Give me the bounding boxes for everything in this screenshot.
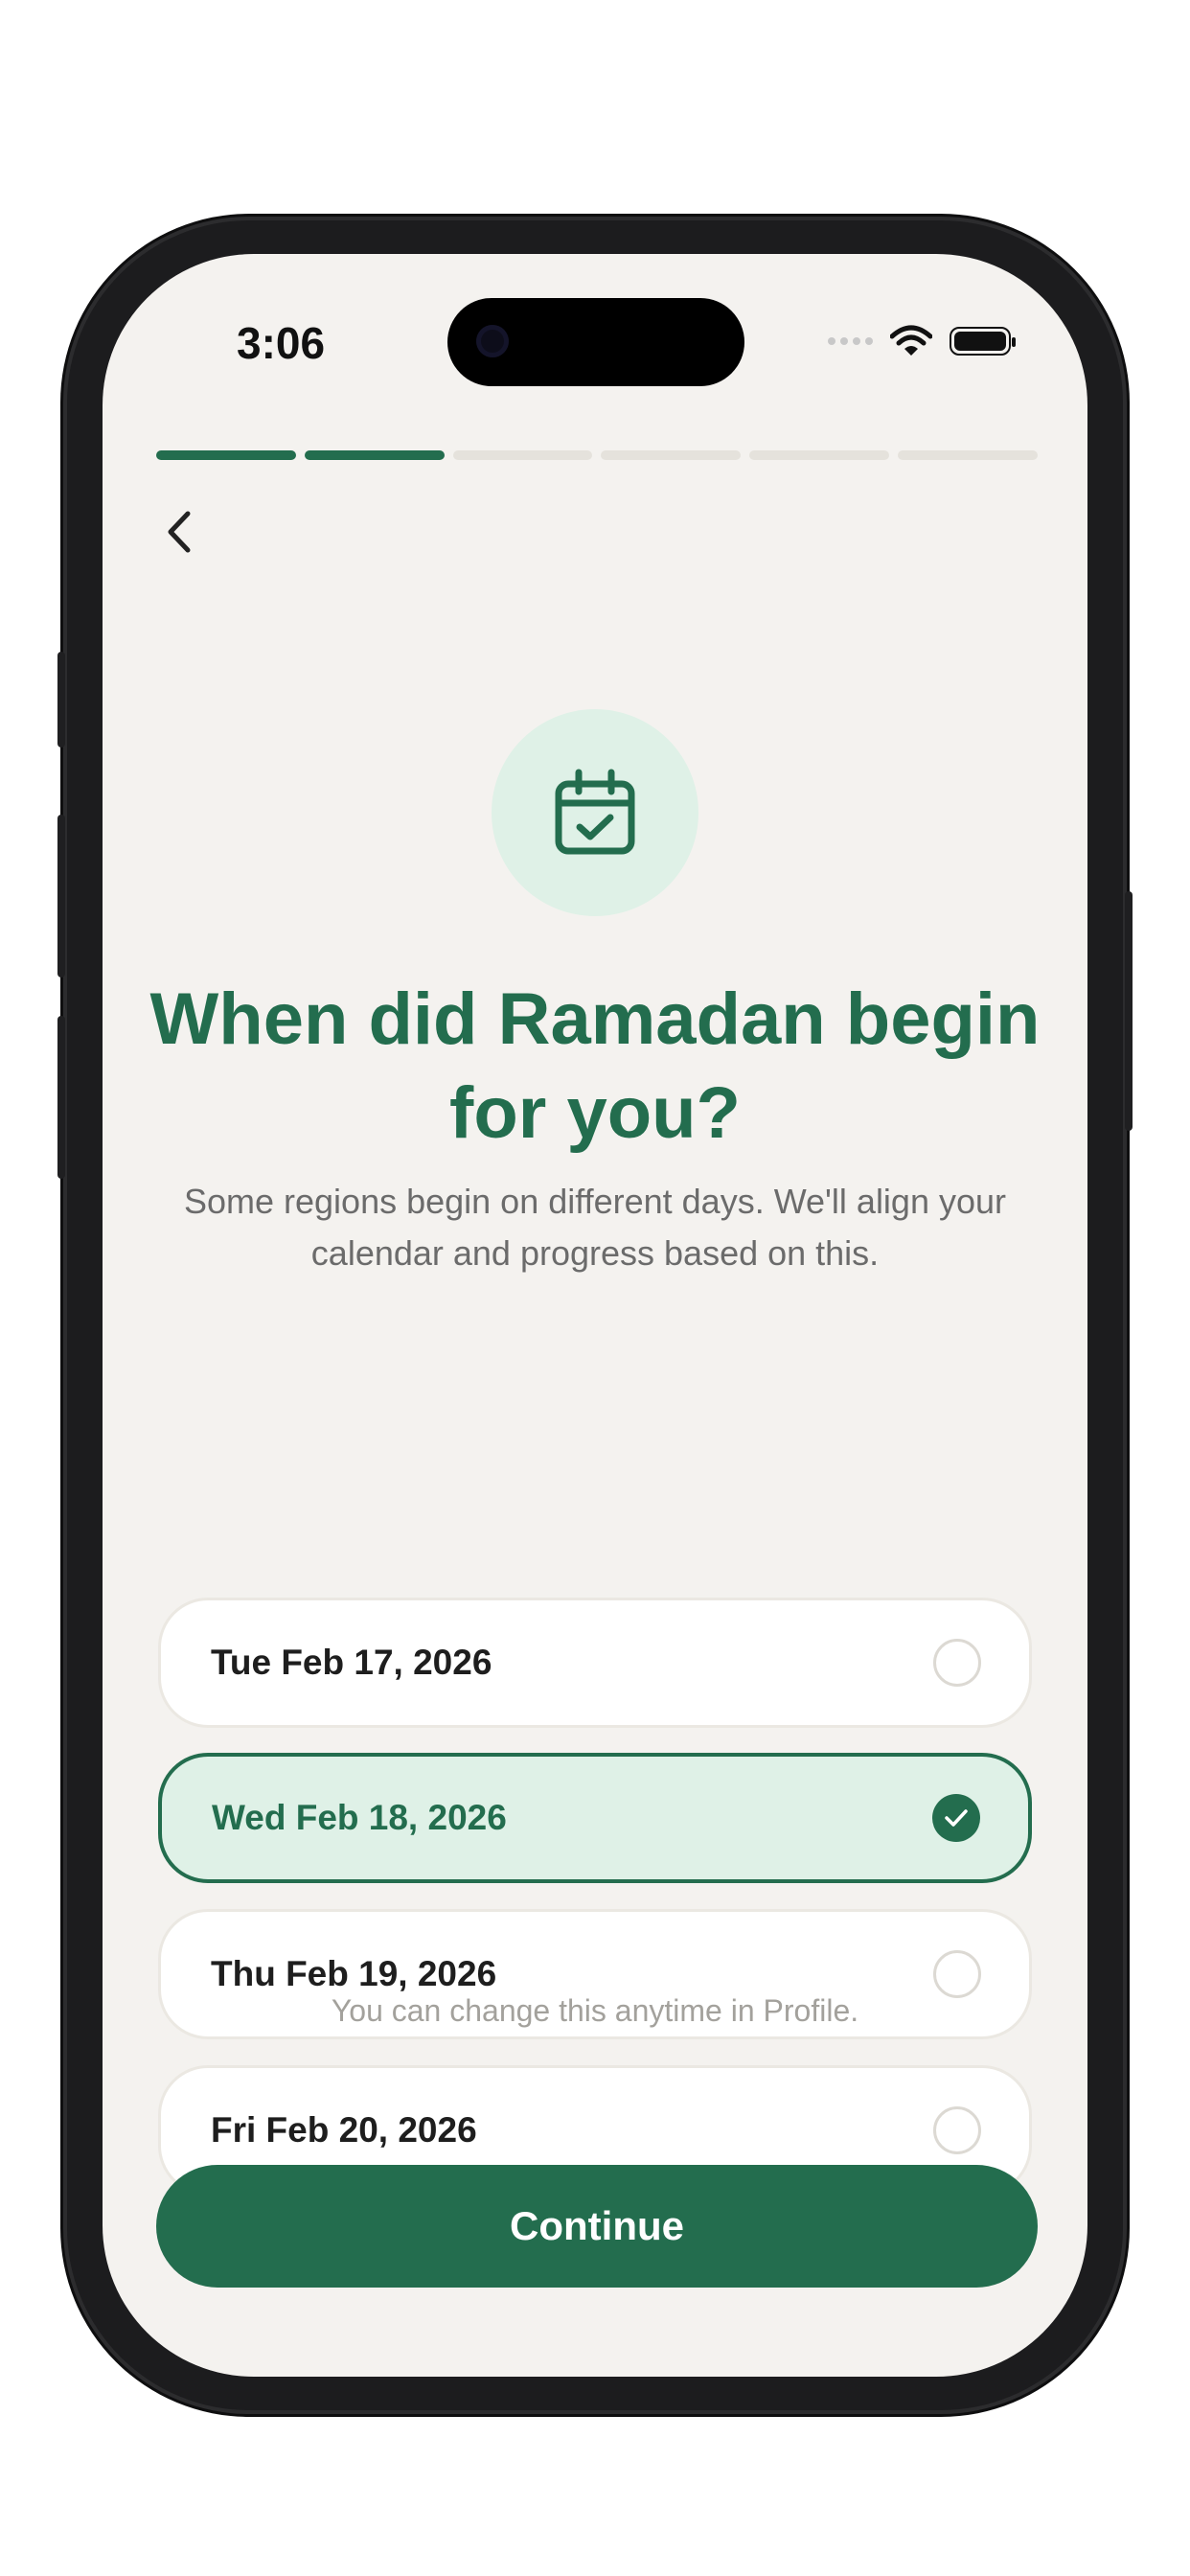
calendar-check-icon	[555, 769, 635, 855]
radio-unchecked-icon	[933, 1639, 981, 1687]
onboarding-progress	[156, 450, 1038, 460]
radio-checked-icon	[932, 1794, 980, 1842]
date-option-label: Thu Feb 19, 2026	[211, 1954, 497, 1993]
action-button	[57, 652, 65, 748]
date-option[interactable]: Tue Feb 17, 2026	[158, 1598, 1032, 1728]
calendar-icon-badge	[492, 709, 698, 916]
progress-step-complete	[156, 450, 296, 460]
progress-step	[898, 450, 1038, 460]
page-subtitle: Some regions begin on different days. We…	[183, 1182, 1007, 1273]
wifi-icon	[890, 325, 932, 356]
dynamic-island	[447, 298, 744, 386]
progress-step-complete	[304, 450, 445, 460]
radio-unchecked-icon	[933, 1950, 981, 1998]
power-button	[1125, 891, 1133, 1131]
progress-step	[749, 450, 890, 460]
battery-icon	[950, 327, 1016, 356]
chevron-left-icon	[168, 511, 191, 553]
profile-footnote: You can change this anytime in Profile.	[331, 1993, 859, 2028]
progress-step	[452, 450, 593, 460]
cellular-signal-icon	[828, 337, 873, 345]
front-camera	[476, 325, 509, 357]
volume-up-button	[57, 815, 65, 978]
radio-unchecked-icon	[933, 2106, 981, 2154]
progress-step	[601, 450, 742, 460]
continue-button[interactable]: Continue	[156, 2165, 1038, 2288]
app-screen: 3:06 When did Ramadan begin for you? Som…	[103, 254, 1087, 2377]
volume-down-button	[57, 1016, 65, 1179]
status-indicators	[828, 325, 1016, 357]
checkmark-icon	[945, 1809, 968, 1827]
page-title: When did Ramadan begin for you?	[149, 978, 1041, 1154]
back-button[interactable]	[150, 503, 208, 561]
date-option-label: Fri Feb 20, 2026	[211, 2110, 477, 2150]
date-option-selected[interactable]: Wed Feb 18, 2026	[158, 1753, 1032, 1883]
date-option-label: Tue Feb 17, 2026	[211, 1643, 492, 1682]
date-option-label: Wed Feb 18, 2026	[212, 1798, 507, 1837]
status-time: 3:06	[237, 318, 326, 368]
